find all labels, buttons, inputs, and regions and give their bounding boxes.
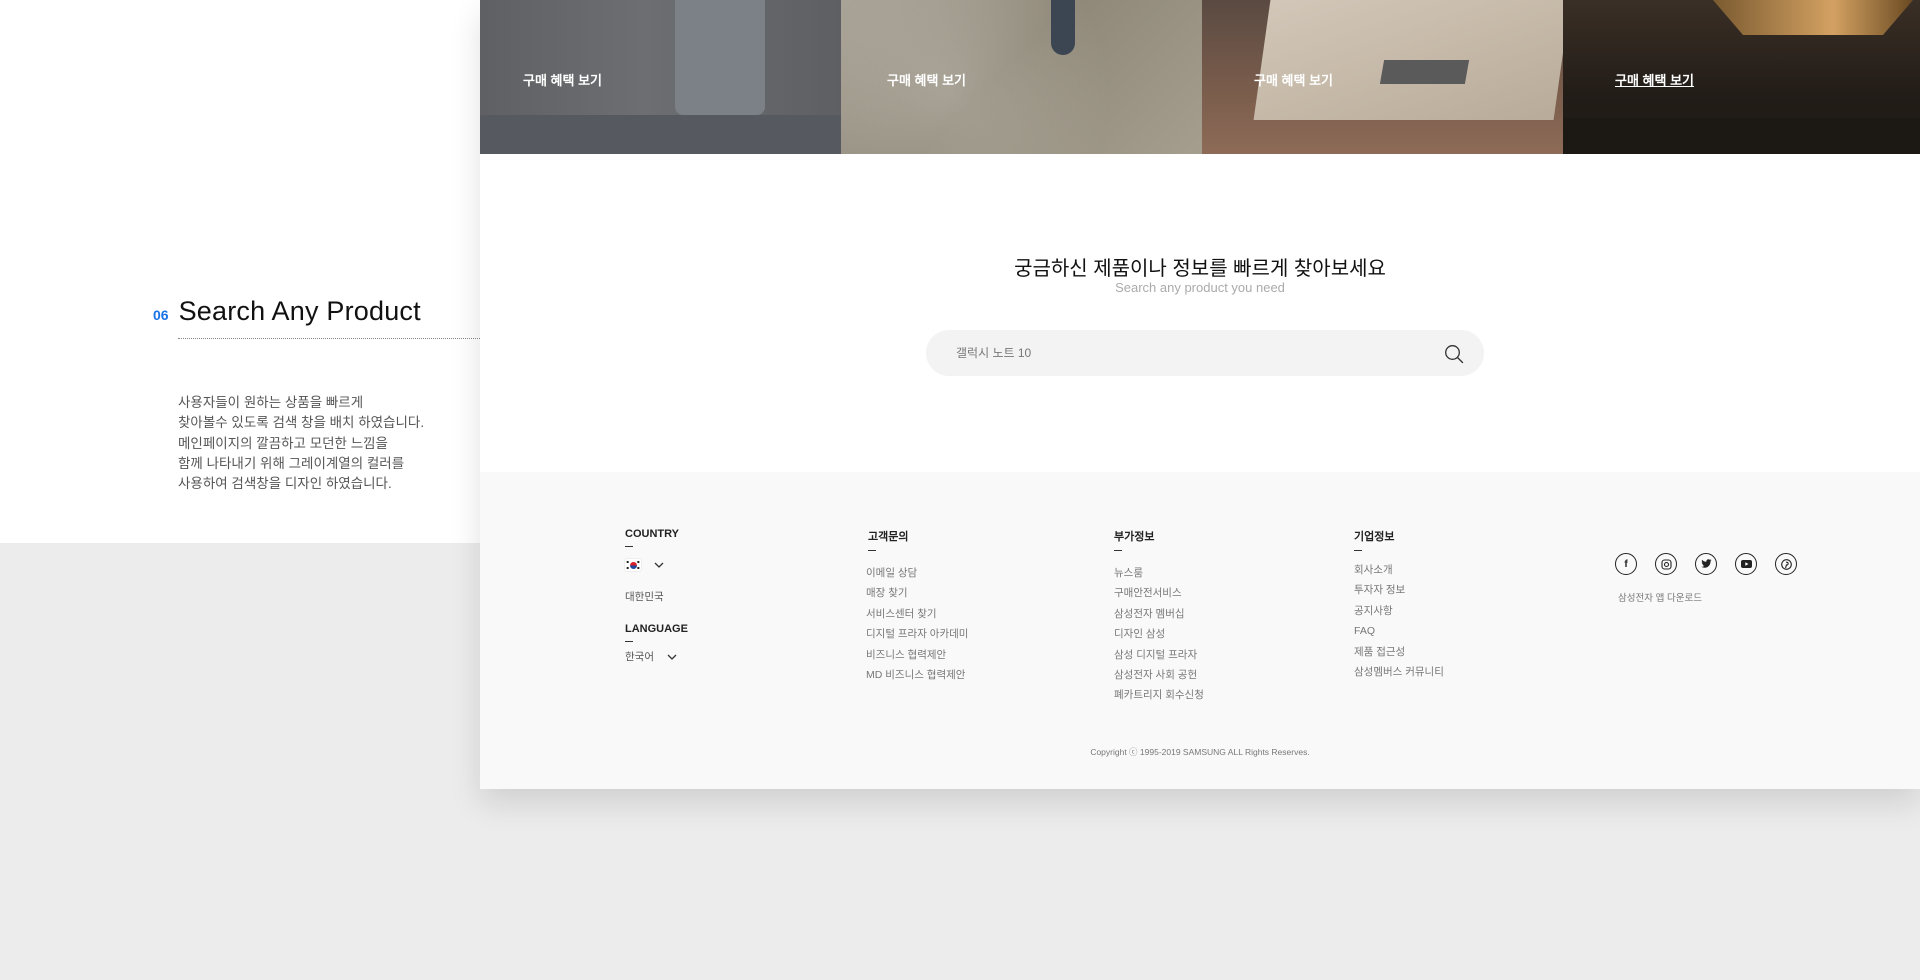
footer-column-company: 기업정보 회사소개 투자자 정보 공지사항 FAQ 제품 접근성 삼성멤버스 커… (1354, 528, 1444, 682)
banner-image-shape (1379, 60, 1470, 84)
footer-link[interactable]: 디자인 삼성 (1114, 624, 1204, 644)
search-subtitle: Search any product you need (1115, 280, 1285, 295)
section-divider (178, 338, 480, 339)
section-number: 06 (153, 307, 169, 323)
footer-column-info: 부가정보 뉴스룸 구매안전서비스 삼성전자 멤버십 디자인 삼성 삼성 디지털 … (1114, 528, 1204, 706)
footer-country: COUNTRY 대한민국 LANGUAGE 한국어 (625, 528, 688, 664)
description-line: 사용자들이 원하는 상품을 빠르게 (178, 395, 364, 410)
footer-link[interactable]: 매장 찾기 (866, 583, 968, 603)
promo-banner[interactable]: 구매 혜택 보기 (1202, 0, 1563, 154)
promo-banner[interactable]: 구매 혜택 보기 (1563, 0, 1920, 154)
promo-banner-row: 구매 혜택 보기 구매 혜택 보기 구매 혜택 보기 구매 혜택 보기 (480, 0, 1920, 154)
chevron-down-icon (654, 562, 664, 568)
youtube-icon[interactable] (1735, 553, 1757, 575)
app-download-link[interactable]: 삼성전자 앱 다운로드 (1618, 590, 1702, 604)
footer-link[interactable]: 제품 접근성 (1354, 642, 1444, 662)
description-line: 메인페이지의 깔끔하고 모던한 느낌을 (178, 435, 388, 451)
promo-banner-link[interactable]: 구매 혜택 보기 (1615, 70, 1694, 89)
facebook-icon[interactable]: f (1615, 553, 1637, 575)
footer-link[interactable]: 삼성전자 멤버십 (1114, 604, 1204, 624)
description-line: 함께 나타내기 위해 그레이계열의 컬러를 (178, 455, 405, 471)
language-select[interactable]: 한국어 (625, 649, 688, 664)
country-select[interactable] (625, 559, 688, 571)
footer-link[interactable]: 디지털 프라자 아카데미 (866, 624, 968, 644)
search-input[interactable] (956, 330, 1426, 376)
chevron-down-icon (667, 654, 677, 660)
footer-link[interactable]: 회사소개 (1354, 560, 1444, 580)
heading-dash (868, 550, 876, 551)
description-line: 사용하여 검색창을 디자인 하였습니다. (178, 476, 392, 492)
footer-link[interactable]: 삼성 디지털 프라자 (1114, 645, 1204, 665)
social-links: f (1615, 553, 1797, 575)
footer-link[interactable]: 폐카트리지 회수신청 (1114, 685, 1204, 705)
heading-dash (1354, 550, 1362, 551)
pinterest-icon[interactable] (1775, 553, 1797, 575)
description-line: 찾아볼수 있도록 검색 창을 배치 하였습니다. (178, 415, 425, 431)
website-mockup: 구매 혜택 보기 구매 혜택 보기 구매 혜택 보기 구매 혜택 보기 궁금하신… (480, 0, 1920, 789)
banner-image-shape (480, 115, 841, 154)
footer-link[interactable]: 서비스센터 찾기 (866, 604, 968, 624)
heading-dash (1114, 550, 1122, 551)
footer-column-heading: 기업정보 (1354, 531, 1395, 543)
section-title: Search Any Product (178, 296, 421, 326)
promo-banner-link[interactable]: 구매 혜택 보기 (887, 70, 966, 89)
section-description: 사용자들이 원하는 상품을 빠르게 찾아볼수 있도록 검색 창을 배치 하였습니… (178, 393, 478, 494)
footer-link[interactable]: FAQ (1354, 621, 1444, 641)
footer-link[interactable]: 투자자 정보 (1354, 580, 1444, 600)
footer-column-heading: 고객문의 (868, 531, 909, 543)
footer-column-heading: 부가정보 (1114, 531, 1155, 543)
banner-image-shape (1051, 0, 1075, 55)
search-title: 궁금하신 제품이나 정보를 빠르게 찾아보세요 (1014, 258, 1386, 280)
section-heading: 06 Search Any Product (153, 296, 421, 327)
country-name: 대한민국 (625, 591, 664, 603)
footer-link[interactable]: 이메일 상담 (866, 563, 968, 583)
site-footer: COUNTRY 대한민국 LANGUAGE 한국어 고객문의 이메일 상담 매장… (480, 472, 1920, 789)
banner-image-shape (1713, 0, 1913, 35)
heading-dash (625, 641, 633, 642)
country-heading: COUNTRY (625, 528, 679, 540)
footer-link[interactable]: 삼성전자 사회 공헌 (1114, 665, 1204, 685)
footer-link[interactable]: 구매안전서비스 (1114, 583, 1204, 603)
search-bar (926, 330, 1484, 376)
footer-link[interactable]: 뉴스룸 (1114, 563, 1204, 583)
promo-banner[interactable]: 구매 혜택 보기 (480, 0, 841, 154)
banner-image-shape (1563, 118, 1920, 154)
footer-link[interactable]: 삼성멤버스 커뮤니티 (1354, 662, 1444, 682)
footer-link[interactable]: 공지사항 (1354, 601, 1444, 621)
promo-banner-link[interactable]: 구매 혜택 보기 (523, 70, 602, 89)
promo-banner-link[interactable]: 구매 혜택 보기 (1254, 70, 1333, 89)
footer-link[interactable]: MD 비즈니스 협력제안 (866, 665, 968, 685)
copyright-text: Copyright ⓒ 1995-2019 SAMSUNG ALL Rights… (1090, 747, 1310, 757)
korea-flag-icon (625, 559, 641, 571)
banner-image-shape (675, 0, 765, 115)
promo-banner[interactable]: 구매 혜택 보기 (841, 0, 1202, 154)
footer-column-support: 고객문의 이메일 상담 매장 찾기 서비스센터 찾기 디지털 프라자 아카데미 … (866, 528, 968, 685)
search-icon[interactable] (1443, 343, 1465, 365)
twitter-icon[interactable] (1695, 553, 1717, 575)
instagram-icon[interactable] (1655, 553, 1677, 575)
language-value: 한국어 (625, 651, 654, 663)
language-heading: LANGUAGE (625, 623, 688, 635)
heading-dash (625, 546, 633, 547)
footer-link[interactable]: 비즈니스 협력제안 (866, 645, 968, 665)
